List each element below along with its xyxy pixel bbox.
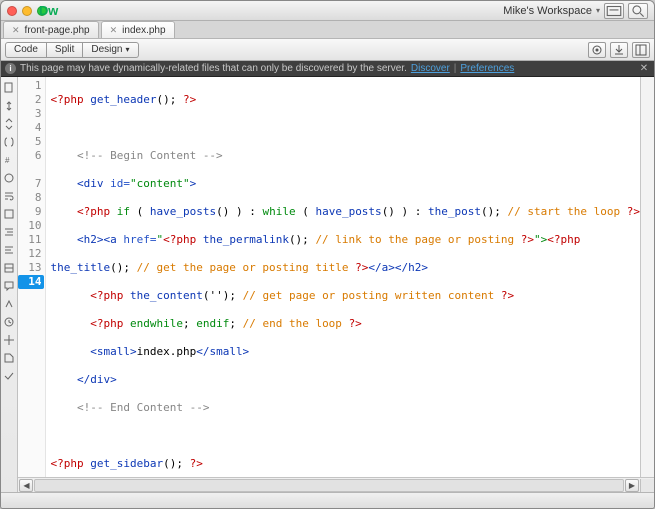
syntax-error-icon[interactable]: [2, 207, 16, 221]
wrap-icon[interactable]: [2, 189, 16, 203]
format-icon[interactable]: [2, 261, 16, 275]
close-window-icon[interactable]: [7, 6, 17, 16]
view-code-button[interactable]: Code: [5, 42, 47, 58]
code-content[interactable]: <?php get_header(); ?> <!-- Begin Conten…: [46, 77, 640, 477]
app-window: Dw Mike's Workspace ▾ ✕ front-page.php ✕…: [0, 0, 655, 509]
tag-icon[interactable]: [2, 351, 16, 365]
file-tabs: ✕ front-page.php ✕ index.php: [1, 21, 654, 39]
tab-index[interactable]: ✕ index.php: [101, 21, 175, 38]
tab-label: front-page.php: [25, 25, 90, 36]
tab-front-page[interactable]: ✕ front-page.php: [3, 21, 99, 38]
code-toolbar: #: [1, 77, 18, 492]
outdent-icon[interactable]: [2, 243, 16, 257]
dismiss-notice-icon[interactable]: ✕: [638, 63, 650, 75]
scroll-track[interactable]: [34, 479, 624, 492]
tab-label: index.php: [122, 25, 165, 36]
horizontal-scrollbar[interactable]: ◀ ▶: [18, 477, 654, 492]
app-logo: Dw: [39, 3, 58, 18]
status-bar: [1, 492, 654, 508]
more-icon[interactable]: [2, 369, 16, 383]
info-icon: i: [5, 63, 16, 74]
scroll-left-icon[interactable]: ◀: [19, 479, 33, 492]
search-icon[interactable]: [628, 3, 648, 19]
sync-icon[interactable]: [604, 3, 624, 19]
move-icon[interactable]: [2, 333, 16, 347]
download-icon[interactable]: [610, 42, 628, 58]
view-design-button[interactable]: Design▾: [83, 42, 138, 58]
notice-bar: i This page may have dynamically-related…: [1, 61, 654, 77]
code-editor[interactable]: 1234567891011121314 <?php get_header(); …: [18, 77, 654, 477]
indent-icon[interactable]: [2, 225, 16, 239]
svg-text:#: #: [5, 156, 10, 165]
discover-link[interactable]: Discover: [411, 63, 450, 74]
select-parent-icon[interactable]: [2, 117, 16, 131]
close-tab-icon[interactable]: ✕: [12, 25, 20, 36]
titlebar: Dw Mike's Workspace ▾: [1, 1, 654, 21]
scroll-right-icon[interactable]: ▶: [625, 479, 639, 492]
minimize-window-icon[interactable]: [22, 6, 32, 16]
recent-icon[interactable]: [2, 315, 16, 329]
settings-icon[interactable]: [588, 42, 606, 58]
close-tab-icon[interactable]: ✕: [110, 25, 118, 36]
view-mode-bar: Code Split Design▾: [1, 39, 654, 61]
line-numbers-icon[interactable]: #: [2, 153, 16, 167]
resize-grip-icon[interactable]: [640, 479, 654, 492]
snippet-icon[interactable]: [2, 297, 16, 311]
preferences-link[interactable]: Preferences: [460, 63, 514, 74]
panel-icon[interactable]: [632, 42, 650, 58]
balance-braces-icon[interactable]: [2, 135, 16, 149]
comment-icon[interactable]: [2, 279, 16, 293]
workspace-label[interactable]: Mike's Workspace: [503, 5, 592, 17]
view-split-button[interactable]: Split: [47, 42, 83, 58]
highlight-icon[interactable]: [2, 171, 16, 185]
collapse-icon[interactable]: [2, 99, 16, 113]
vertical-scrollbar[interactable]: [640, 77, 654, 477]
open-docs-icon[interactable]: [2, 81, 16, 95]
line-gutter: 1234567891011121314: [18, 77, 46, 477]
notice-text: This page may have dynamically-related f…: [20, 63, 407, 74]
